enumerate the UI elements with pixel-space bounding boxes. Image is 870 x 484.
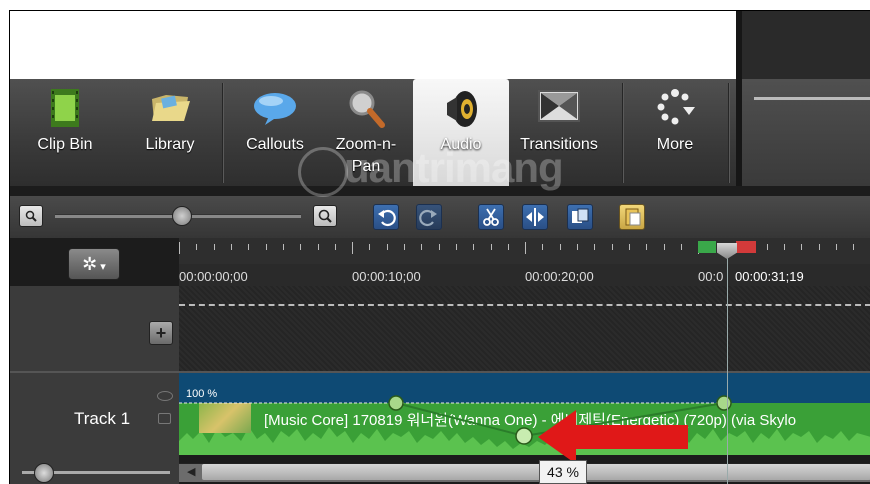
plus-icon: + (155, 323, 167, 343)
envelope-point-selected[interactable] (515, 427, 533, 445)
redo-icon (419, 209, 437, 227)
film-strip-icon (51, 89, 79, 127)
zoom-out-icon (25, 210, 37, 222)
more-dots-icon (657, 89, 695, 125)
track-height-knob[interactable] (34, 463, 54, 483)
tab-clip-bin[interactable]: Clip Bin (10, 79, 120, 186)
copy-button[interactable] (567, 204, 593, 230)
track-name: Track 1 (74, 409, 131, 428)
paste-icon (625, 208, 641, 226)
ruler-label-30: 00:0 (698, 269, 724, 284)
lock-icon[interactable] (158, 413, 171, 424)
ruler-label-20: 00:00:20;00 (525, 269, 594, 284)
undo-button[interactable] (373, 204, 399, 230)
magnifier-icon (349, 90, 385, 128)
split-button[interactable] (522, 204, 548, 230)
redo-button[interactable] (416, 204, 442, 230)
scrollbar-thumb[interactable] (202, 464, 870, 480)
envelope-point[interactable] (388, 395, 404, 411)
preview-side-panel (736, 11, 870, 79)
tab-library[interactable]: Library (120, 79, 220, 186)
gear-icon: ✲ (82, 254, 98, 274)
volume-envelope (179, 395, 732, 445)
transition-icon (538, 90, 580, 122)
side-panel-header (742, 79, 870, 186)
track-drop-line (179, 304, 870, 306)
tab-library-label: Library (145, 136, 195, 153)
playhead-line (727, 248, 728, 484)
tab-more-label: More (656, 136, 694, 153)
watermark-logo (298, 147, 348, 197)
zoom-in-icon (318, 209, 332, 223)
ruler-label-0: 00:00:00;00 (179, 269, 248, 284)
selection-end-marker[interactable] (736, 241, 756, 253)
ruler-label-10: 00:00:10;00 (352, 269, 421, 284)
envelope-point[interactable] (716, 395, 732, 411)
zoom-out-button[interactable] (19, 205, 43, 227)
tab-more[interactable]: More (625, 79, 725, 186)
undo-icon (378, 209, 396, 227)
ruler-ticks (179, 238, 870, 264)
folder-open-icon (152, 95, 190, 121)
speaker-icon (447, 91, 477, 127)
eye-icon[interactable] (157, 391, 173, 401)
track-headers (10, 286, 179, 484)
cut-button[interactable] (478, 204, 504, 230)
volume-tooltip: 43 % (539, 460, 587, 484)
preview-area (10, 11, 736, 79)
zoom-in-button[interactable] (313, 205, 337, 227)
scroll-left-arrow-icon[interactable]: ◀ (187, 465, 199, 479)
split-icon (526, 208, 544, 226)
watermark-text: uantrimang (344, 144, 564, 191)
selection-start-marker[interactable] (698, 241, 716, 253)
empty-track-area[interactable] (179, 286, 870, 371)
add-track-button[interactable]: + (149, 321, 173, 345)
timeline-settings-button[interactable]: ✲ ▾ (68, 248, 120, 280)
tab-clip-bin-label: Clip Bin (37, 136, 93, 153)
camtasia-window: Clip Bin Library Callouts Zoom-n- Pan Au… (9, 10, 870, 484)
playhead-time: 00:00:31;19 (733, 269, 806, 284)
zoom-slider-knob[interactable] (172, 206, 192, 226)
paste-button[interactable] (619, 204, 645, 230)
copy-icon (572, 208, 589, 223)
scissors-icon (483, 208, 499, 226)
timeline-toolbar (10, 196, 870, 238)
chevron-down-icon: ▾ (97, 261, 106, 273)
red-arrow-annotation (538, 410, 688, 464)
speech-bubble-icon (254, 93, 296, 125)
